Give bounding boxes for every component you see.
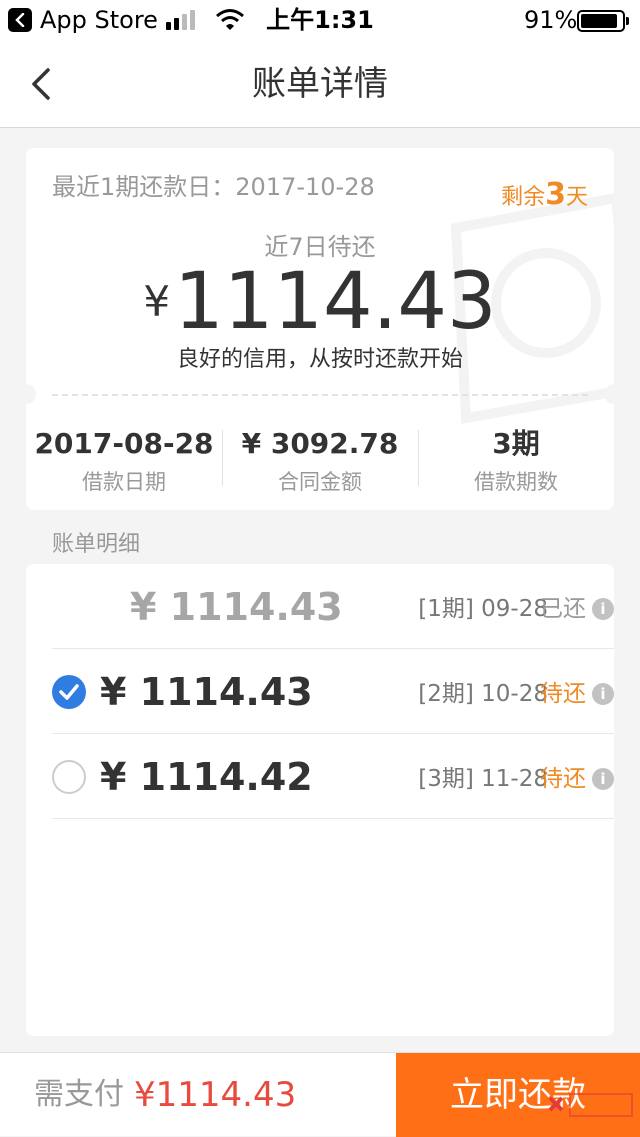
info-icon[interactable]: i [592, 598, 614, 620]
bill-amount: ¥ 1114.42 [100, 755, 313, 799]
nav-bar: 账单详情 [0, 40, 640, 128]
info-icon[interactable]: i [592, 683, 614, 705]
corner-watermark [548, 1093, 633, 1117]
battery-percent: 91% [524, 6, 578, 34]
pay-amount: ¥1114.43 [134, 1075, 297, 1115]
bill-list: ¥ 1114.43 [1期] 09-28 已还 i ¥ 1114.43 [2期]… [26, 564, 614, 1036]
bill-status: 待还 [540, 681, 586, 707]
bill-status: 已还 [540, 596, 586, 622]
bill-row-1: ¥ 1114.43 [1期] 09-28 已还 i [52, 564, 614, 649]
bill-period: [2期] 10-28 [418, 681, 548, 707]
info-icon[interactable]: i [592, 768, 614, 790]
bill-detail-section-title: 账单明细 [52, 532, 141, 557]
bill-row-3[interactable]: ¥ 1114.42 [3期] 11-28 待还 i [52, 734, 614, 819]
bill-summary-card: 最近1期还款日：2017-10-28 剩余3天 近7日待还 ¥1114.43 良… [26, 148, 614, 510]
checkmark-icon[interactable] [52, 675, 86, 709]
pay-label: 需支付 [34, 1077, 124, 1112]
bill-row-2[interactable]: ¥ 1114.43 [2期] 10-28 待还 i [52, 649, 614, 734]
bill-status: 待还 [540, 766, 586, 792]
remaining-days-badge: 剩余3天 [501, 177, 588, 212]
page-title: 账单详情 [252, 64, 388, 104]
bill-amount: ¥ 1114.43 [100, 670, 313, 714]
stat-loan-periods: 3期 借款期数 [418, 424, 614, 504]
bill-period: [1期] 09-28 [418, 596, 548, 622]
stat-contract-amount: ¥ 3092.78 合同金额 [222, 424, 418, 504]
bill-period: [3期] 11-28 [418, 766, 548, 792]
status-bar: App Store 上午1:31 91% [0, 0, 640, 40]
battery-icon [577, 10, 629, 32]
loan-stats: 2017-08-28 借款日期 ¥ 3092.78 合同金额 3期 借款期数 [26, 424, 614, 504]
dashed-divider [52, 394, 588, 396]
recent-repay-date: 最近1期还款日：2017-10-28 [52, 173, 375, 201]
bill-amount: ¥ 1114.43 [130, 585, 343, 629]
stat-loan-date: 2017-08-28 借款日期 [34, 427, 214, 494]
credit-slogan: 良好的信用，从按时还款开始 [176, 347, 463, 372]
unchecked-circle-icon[interactable] [52, 760, 86, 794]
